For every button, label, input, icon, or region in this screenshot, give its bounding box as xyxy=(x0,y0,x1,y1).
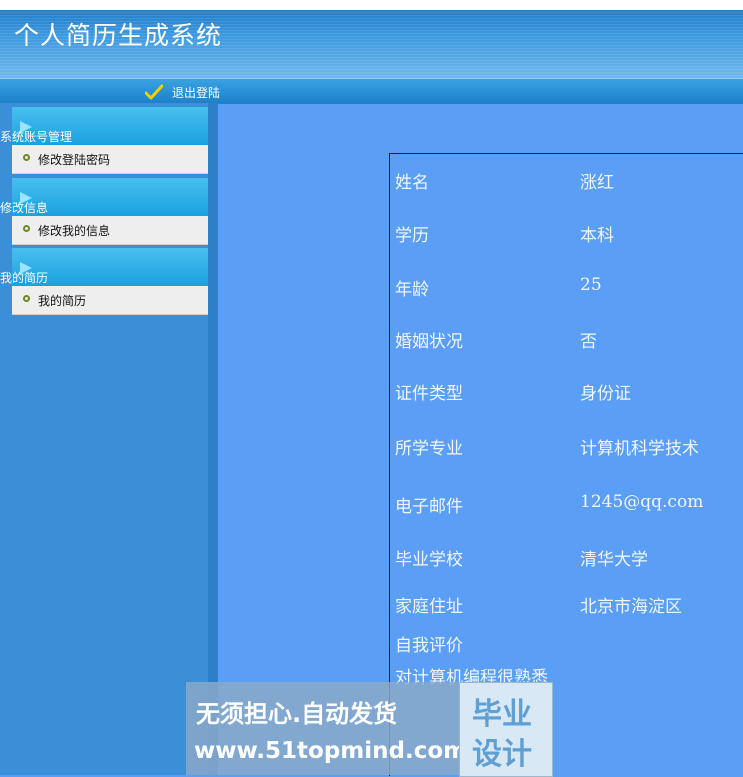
bullet-icon xyxy=(23,225,30,232)
menu-group-account: 系统账号管理 修改登陆密码 xyxy=(0,107,208,174)
field-label: 所学专业 xyxy=(395,439,463,459)
watermark-text: 无须担心.自动发货 xyxy=(196,700,398,728)
watermark-badge-text: 设计 xyxy=(472,737,532,772)
field-label: 姓名 xyxy=(395,173,429,193)
field-value: 北京市海淀区 xyxy=(580,597,682,617)
checkmark-icon xyxy=(145,84,163,100)
field-label: 毕业学校 xyxy=(395,550,463,570)
sidebar-item-label: 修改登陆密码 xyxy=(38,153,111,167)
menu-group-title: 系统账号管理 xyxy=(0,130,73,144)
field-label: 证件类型 xyxy=(395,384,463,404)
sidebar-item-change-password[interactable]: 修改登陆密码 xyxy=(12,145,208,174)
menu-group-title: 修改信息 xyxy=(0,201,49,215)
watermark-badge-text: 毕业 xyxy=(472,697,532,732)
logout-link[interactable]: 退出登陆 xyxy=(172,84,220,101)
field-value: 否 xyxy=(580,332,597,352)
sidebar-item-edit-info[interactable]: 修改我的信息 xyxy=(12,216,208,245)
menu-group-title: 我的简历 xyxy=(0,271,49,285)
field-value: 清华大学 xyxy=(580,550,648,570)
bullet-icon xyxy=(23,295,30,302)
field-label: 婚姻状况 xyxy=(395,332,463,352)
field-label: 年龄 xyxy=(395,280,429,300)
menu-group-resume: 我的简历 我的简历 xyxy=(0,248,208,315)
menu-group-header[interactable]: 我的简历 xyxy=(0,248,208,286)
field-value: 身份证 xyxy=(580,384,631,404)
field-label: 家庭住址 xyxy=(395,597,463,617)
menu-group-header[interactable]: 修改信息 xyxy=(0,178,208,216)
sidebar-item-label: 我的简历 xyxy=(38,294,87,308)
field-value: 25 xyxy=(580,275,602,295)
watermark-url: www.51topmind.com xyxy=(194,738,468,764)
watermark-badge: 毕业 设计 xyxy=(459,682,553,777)
field-label: 自我评价 xyxy=(395,636,463,656)
menu-group-header[interactable]: 系统账号管理 xyxy=(0,107,208,145)
field-value: 计算机科学技术 xyxy=(580,439,699,459)
field-value: 涨红 xyxy=(580,173,614,193)
sidebar-item-my-resume[interactable]: 我的简历 xyxy=(12,286,208,315)
app-title: 个人简历生成系统 xyxy=(14,21,223,50)
field-label: 学历 xyxy=(395,226,429,246)
bullet-icon xyxy=(23,154,30,161)
top-toolbar: 退出登陆 xyxy=(0,78,743,104)
sidebar-item-label: 修改我的信息 xyxy=(38,224,111,238)
menu-group-profile: 修改信息 修改我的信息 xyxy=(0,178,208,245)
field-label: 电子邮件 xyxy=(395,497,463,517)
field-value: 本科 xyxy=(580,226,614,246)
sidebar-divider xyxy=(208,103,218,775)
header-top-line xyxy=(0,0,743,10)
field-value: 1245@qq.com xyxy=(580,492,704,512)
app-header: 个人简历生成系统 xyxy=(0,0,743,78)
